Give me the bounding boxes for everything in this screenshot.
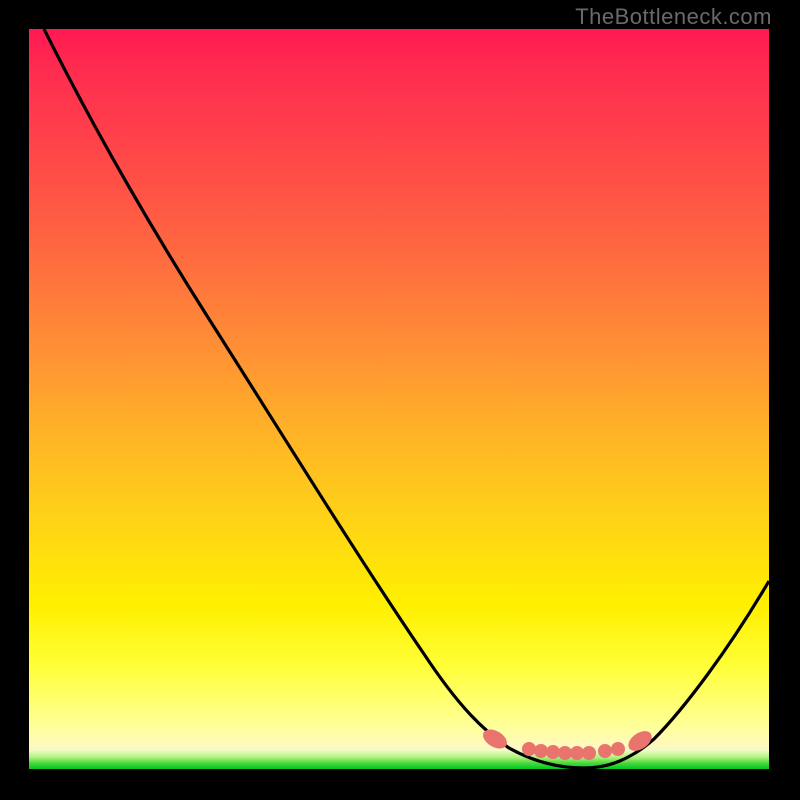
plot-area xyxy=(29,29,769,769)
watermark-text: TheBottleneck.com xyxy=(575,4,772,30)
bottleneck-curve xyxy=(44,29,769,768)
